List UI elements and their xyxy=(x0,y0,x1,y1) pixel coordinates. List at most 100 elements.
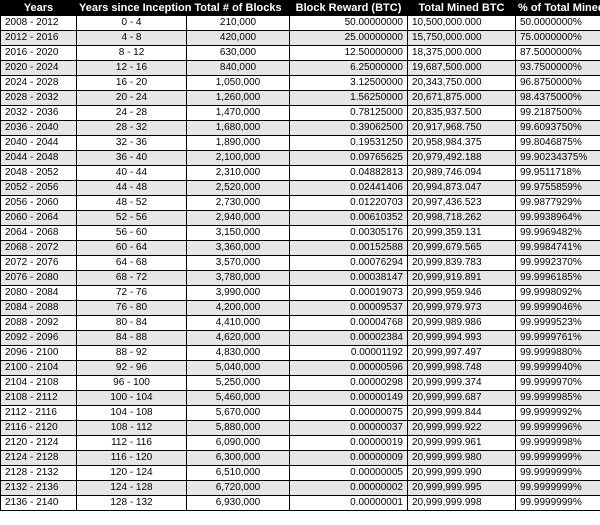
cell-total-blocks: 2,520,000 xyxy=(186,180,290,196)
cell-block-reward: 3.12500000 xyxy=(289,75,408,91)
cell-years-since-inception: 108 - 112 xyxy=(76,420,187,436)
cell-total-mined: 20,671,875.000 xyxy=(407,90,516,106)
table-row: 2108 - 2112 100 - 104 5,460,000 0.00000149 2… xyxy=(0,390,600,406)
table-row: 2024 - 2028 16 - 20 1,050,000 3.12500000 20,… xyxy=(0,75,600,91)
cell-years-since-inception: 84 - 88 xyxy=(76,330,187,346)
cell-years-since-inception: 60 - 64 xyxy=(76,240,187,256)
cell-total-blocks: 6,720,000 xyxy=(186,480,290,496)
cell-years-since-inception: 128 - 132 xyxy=(76,495,187,511)
cell-years-since-inception: 120 - 124 xyxy=(76,465,187,481)
cell-years-since-inception: 24 - 28 xyxy=(76,105,187,121)
table-row: 2016 - 2020 8 - 12 630,000 12.50000000 18,37… xyxy=(0,45,600,61)
cell-total-mined: 20,999,997.497 xyxy=(407,345,516,361)
header-years: Years xyxy=(0,0,77,16)
cell-total-mined: 20,999,999.961 xyxy=(407,435,516,451)
cell-years-since-inception: 0 - 4 xyxy=(76,15,187,31)
cell-total-blocks: 1,890,000 xyxy=(186,135,290,151)
cell-percent-mined: 99.90234375% xyxy=(515,150,600,166)
cell-percent-mined: 99.9999970% xyxy=(515,375,600,391)
cell-years-since-inception: 4 - 8 xyxy=(76,30,187,46)
cell-total-mined: 15,750,000.000 xyxy=(407,30,516,46)
cell-years: 2100 - 2104 xyxy=(0,360,77,376)
cell-block-reward: 0.00000075 xyxy=(289,405,408,421)
cell-total-blocks: 5,250,000 xyxy=(186,375,290,391)
cell-years: 2064 - 2068 xyxy=(0,225,77,241)
cell-total-blocks: 3,570,000 xyxy=(186,255,290,271)
cell-block-reward: 1.56250000 xyxy=(289,90,408,106)
cell-total-mined: 20,999,994.993 xyxy=(407,330,516,346)
header-block-reward: Block Reward (BTC) xyxy=(289,0,408,16)
cell-total-blocks: 6,090,000 xyxy=(186,435,290,451)
cell-total-mined: 20,999,999.687 xyxy=(407,390,516,406)
cell-percent-mined: 75.0000000% xyxy=(515,30,600,46)
cell-years: 2088 - 2092 xyxy=(0,315,77,331)
cell-total-blocks: 2,100,000 xyxy=(186,150,290,166)
table-row: 2040 - 2044 32 - 36 1,890,000 0.19531250 20,… xyxy=(0,135,600,151)
cell-percent-mined: 99.9511718% xyxy=(515,165,600,181)
table-row: 2136 - 2140 128 - 132 6,930,000 0.00000001 2… xyxy=(0,495,600,511)
cell-percent-mined: 99.9999046% xyxy=(515,300,600,316)
table-row: 2092 - 2096 84 - 88 4,620,000 0.00002384 20,… xyxy=(0,330,600,346)
cell-block-reward: 0.02441406 xyxy=(289,180,408,196)
cell-years: 2120 - 2124 xyxy=(0,435,77,451)
cell-years: 2092 - 2096 xyxy=(0,330,77,346)
cell-total-blocks: 6,510,000 xyxy=(186,465,290,481)
cell-total-mined: 20,999,359.131 xyxy=(407,225,516,241)
cell-block-reward: 25.00000000 xyxy=(289,30,408,46)
cell-percent-mined: 99.9969482% xyxy=(515,225,600,241)
cell-block-reward: 0.00076294 xyxy=(289,255,408,271)
cell-years: 2044 - 2048 xyxy=(0,150,77,166)
cell-percent-mined: 99.9755859% xyxy=(515,180,600,196)
cell-years-since-inception: 36 - 40 xyxy=(76,150,187,166)
cell-block-reward: 0.00000037 xyxy=(289,420,408,436)
cell-years-since-inception: 20 - 24 xyxy=(76,90,187,106)
cell-percent-mined: 93.7500000% xyxy=(515,60,600,76)
cell-years-since-inception: 92 - 96 xyxy=(76,360,187,376)
table-row: 2120 - 2124 112 - 116 6,090,000 0.00000019 2… xyxy=(0,435,600,451)
cell-block-reward: 0.00000002 xyxy=(289,480,408,496)
cell-total-blocks: 2,310,000 xyxy=(186,165,290,181)
cell-years: 2036 - 2040 xyxy=(0,120,77,136)
cell-percent-mined: 99.2187500% xyxy=(515,105,600,121)
cell-total-blocks: 5,670,000 xyxy=(186,405,290,421)
table-row: 2028 - 2032 20 - 24 1,260,000 1.56250000 20,… xyxy=(0,90,600,106)
header-total-mined: Total Mined BTC xyxy=(407,0,516,16)
cell-years-since-inception: 64 - 68 xyxy=(76,255,187,271)
cell-years: 2108 - 2112 xyxy=(0,390,77,406)
cell-percent-mined: 99.9999999% xyxy=(515,495,600,511)
table-row: 2072 - 2076 64 - 68 3,570,000 0.00076294 20,… xyxy=(0,255,600,271)
cell-total-mined: 20,989,746.094 xyxy=(407,165,516,181)
header-total-blocks: Total # of Blocks xyxy=(186,0,290,16)
table-row: 2044 - 2048 36 - 40 2,100,000 0.09765625 20,… xyxy=(0,150,600,166)
table-row: 2060 - 2064 52 - 56 2,940,000 0.00610352 20,… xyxy=(0,210,600,226)
cell-total-mined: 20,994,873.047 xyxy=(407,180,516,196)
cell-years-since-inception: 16 - 20 xyxy=(76,75,187,91)
table-row: 2104 - 2108 96 - 100 5,250,000 0.00000298 20… xyxy=(0,375,600,391)
cell-years: 2084 - 2088 xyxy=(0,300,77,316)
cell-years: 2116 - 2120 xyxy=(0,420,77,436)
cell-years: 2056 - 2060 xyxy=(0,195,77,211)
cell-percent-mined: 99.9938964% xyxy=(515,210,600,226)
cell-total-blocks: 3,990,000 xyxy=(186,285,290,301)
cell-years: 2136 - 2140 xyxy=(0,495,77,511)
cell-block-reward: 0.00000149 xyxy=(289,390,408,406)
cell-total-blocks: 3,780,000 xyxy=(186,270,290,286)
cell-percent-mined: 99.9998092% xyxy=(515,285,600,301)
cell-percent-mined: 99.9992370% xyxy=(515,255,600,271)
cell-years: 2128 - 2132 xyxy=(0,465,77,481)
cell-total-mined: 20,999,979.973 xyxy=(407,300,516,316)
cell-total-blocks: 1,470,000 xyxy=(186,105,290,121)
cell-years: 2060 - 2064 xyxy=(0,210,77,226)
cell-percent-mined: 99.9999880% xyxy=(515,345,600,361)
cell-total-mined: 20,835,937.500 xyxy=(407,105,516,121)
cell-block-reward: 0.00000009 xyxy=(289,450,408,466)
cell-block-reward: 0.39062500 xyxy=(289,120,408,136)
cell-block-reward: 0.00009537 xyxy=(289,300,408,316)
cell-percent-mined: 99.9996185% xyxy=(515,270,600,286)
table-row: 2032 - 2036 24 - 28 1,470,000 0.78125000 20,… xyxy=(0,105,600,121)
table-row: 2064 - 2068 56 - 60 3,150,000 0.00305176 20,… xyxy=(0,225,600,241)
cell-total-mined: 20,343,750.000 xyxy=(407,75,516,91)
cell-total-mined: 20,999,999.998 xyxy=(407,495,516,511)
cell-percent-mined: 99.9999985% xyxy=(515,390,600,406)
cell-total-blocks: 1,050,000 xyxy=(186,75,290,91)
